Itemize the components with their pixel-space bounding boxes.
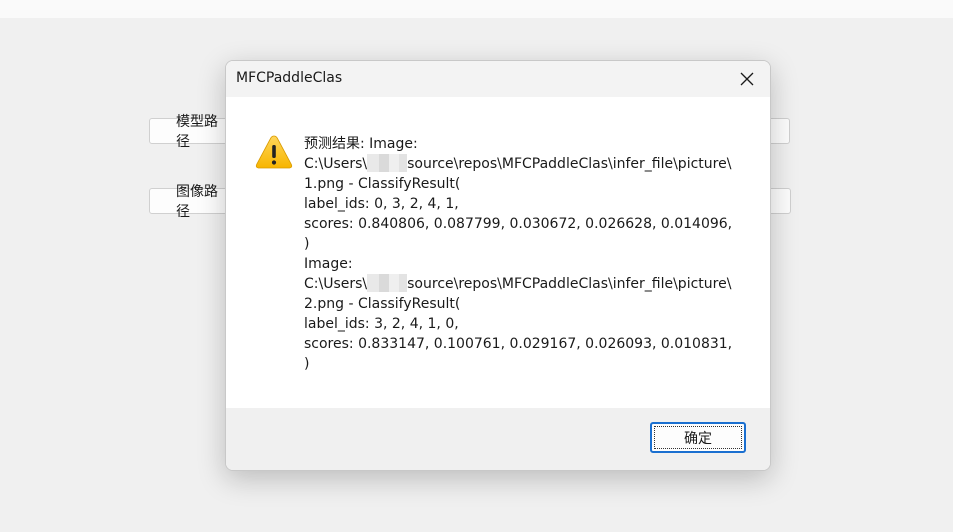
- message-line: 2.png - ClassifyResult(: [304, 296, 461, 312]
- dialog-footer: 确定: [226, 408, 770, 470]
- ok-button-label: 确定: [684, 430, 712, 447]
- image-path-button[interactable]: 图像路径: [149, 184, 231, 220]
- ok-button[interactable]: 确定: [650, 422, 746, 453]
- main-window-top-band: [0, 0, 953, 18]
- message-line: label_ids: 3, 2, 4, 1, 0,: [304, 316, 459, 332]
- model-path-button-label: 模型路径: [176, 114, 218, 150]
- warning-icon: [255, 135, 293, 169]
- message-line-path-suffix: source\repos\MFCPaddleClas\infer_file\pi…: [407, 156, 732, 172]
- redacted-username-blur: [367, 274, 408, 292]
- message-line-path-prefix: C:\Users\: [304, 156, 368, 172]
- message-line-path-2: C:\Users\ source\repos\MFCPaddleClas\infe…: [304, 274, 744, 294]
- message-line: scores: 0.833147, 0.100761, 0.029167, 0.…: [304, 336, 733, 352]
- dialog-title: MFCPaddleClas: [236, 70, 343, 86]
- image-path-button-label: 图像路径: [176, 184, 218, 220]
- message-line-path-1: C:\Users\ source\repos\MFCPaddleClas\infe…: [304, 154, 744, 174]
- redacted-username-blur: [367, 154, 408, 172]
- dialog-body: 预测结果: Image: C:\Users\ source\repos\MFCPa…: [226, 97, 770, 408]
- dialog-message: 预测结果: Image: C:\Users\ source\repos\MFCPa…: [304, 134, 744, 374]
- close-icon: [740, 72, 754, 86]
- model-path-button[interactable]: 模型路径: [149, 114, 231, 150]
- dialog-titlebar[interactable]: MFCPaddleClas: [226, 61, 770, 97]
- message-line: ): [304, 356, 310, 372]
- message-line: 预测结果: Image:: [304, 136, 418, 152]
- message-line: scores: 0.840806, 0.087799, 0.030672, 0.…: [304, 216, 733, 232]
- message-line: 1.png - ClassifyResult(: [304, 176, 461, 192]
- message-line-path-suffix: source\repos\MFCPaddleClas\infer_file\pi…: [407, 276, 732, 292]
- message-line: label_ids: 0, 3, 2, 4, 1,: [304, 196, 459, 212]
- close-button[interactable]: [724, 61, 770, 97]
- message-box-dialog: MFCPaddleClas 预测结果: Image: C:\Users\ sour…: [225, 60, 771, 471]
- message-line: ): [304, 236, 310, 252]
- message-line: Image:: [304, 256, 353, 272]
- message-line-path-prefix: C:\Users\: [304, 276, 368, 292]
